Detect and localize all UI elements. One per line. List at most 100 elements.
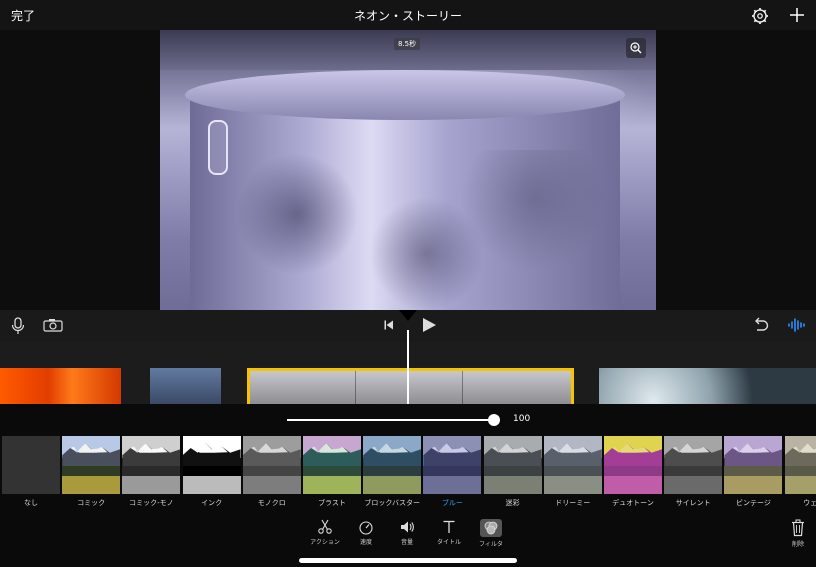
thumbnail-grass (363, 476, 422, 494)
thumbnail-land (604, 466, 662, 476)
volume-tool[interactable]: 音量 (385, 519, 429, 551)
filter-thumbnail (182, 436, 241, 494)
video-tank-handle (208, 120, 228, 175)
filter-thumbnail (543, 436, 602, 494)
text-icon (443, 520, 455, 533)
zoom-button[interactable] (626, 38, 646, 58)
filter-option[interactable]: モノクロ (242, 436, 301, 510)
clip-duration-badge: 8.5秒 (394, 38, 421, 50)
timeline-clip[interactable] (150, 368, 221, 404)
filter-intensity-value: 100 (513, 414, 531, 424)
skip-to-start-icon[interactable] (383, 319, 395, 331)
delete-tool-label: 削除 (791, 541, 804, 548)
filter-intensity-track[interactable] (287, 419, 494, 421)
filter-option[interactable]: ブラスト (303, 436, 361, 510)
thumbnail-land (242, 466, 301, 476)
microphone-icon[interactable] (10, 317, 26, 335)
scissors-icon (318, 519, 332, 534)
home-indicator (299, 558, 517, 563)
speed-tool[interactable]: 速度 (344, 519, 388, 551)
video-tank-rim (185, 70, 625, 120)
action-tool-label: アクション (310, 539, 340, 546)
video-pipe (160, 30, 656, 70)
speaker-icon (401, 521, 414, 533)
filter-thumbnail (483, 436, 542, 494)
timeline-clip[interactable] (599, 368, 816, 404)
filter-thumbnail (724, 436, 783, 494)
filter-tool-label: フィルタ (479, 541, 503, 548)
clip-frame-divider (462, 371, 463, 404)
volume-tool-label: 音量 (400, 539, 413, 546)
clip-frame-divider (355, 371, 356, 404)
camera-icon[interactable] (43, 318, 63, 332)
thumbnail-grass (784, 476, 816, 494)
filter-thumbnail (664, 436, 723, 494)
filter-option[interactable]: ブルー (423, 436, 482, 510)
filter-option[interactable]: サイレント (664, 436, 723, 510)
thumbnail-grass (604, 476, 662, 494)
filter-label: ウェス (803, 499, 816, 507)
thumbnail-grass (664, 476, 723, 494)
video-steam (190, 150, 620, 310)
thumbnail-land (543, 466, 602, 476)
thumbnail-land (784, 466, 816, 476)
audio-waveform-icon[interactable] (787, 317, 807, 333)
filter-circles-icon (484, 521, 498, 535)
gear-icon[interactable] (751, 7, 769, 25)
thumbnail-land (724, 466, 783, 476)
thumbnail-grass (724, 476, 783, 494)
zoom-in-icon (630, 42, 642, 54)
filter-tool[interactable]: フィルタ (469, 519, 513, 551)
thumbnail-grass (62, 476, 121, 494)
thumbnail-land (664, 466, 723, 476)
playhead-marker (399, 310, 417, 321)
delete-tool[interactable]: 削除 (776, 519, 816, 551)
filter-option[interactable]: ブロックバスター (363, 436, 422, 510)
filter-tool-active-bg (480, 519, 502, 537)
filter-option[interactable]: デュオトーン (604, 436, 662, 510)
title-tool[interactable]: タイトル (427, 519, 471, 551)
filter-option[interactable]: 迷彩 (483, 436, 542, 510)
playhead[interactable] (407, 330, 409, 404)
thumbnail-grass (122, 476, 181, 494)
video-preview[interactable] (160, 30, 656, 310)
speedometer-icon (359, 521, 373, 535)
thumbnail-grass (182, 476, 241, 494)
filter-option[interactable]: コミック (62, 436, 121, 510)
filter-thumbnail (604, 436, 662, 494)
thumbnail-grass (483, 476, 542, 494)
filter-thumbnail (62, 436, 121, 494)
title-tool-label: タイトル (436, 539, 461, 546)
selected-timeline-clip[interactable] (247, 368, 574, 404)
filter-option[interactable]: コミック-モノ (122, 436, 181, 510)
thumbnail-grass (423, 476, 482, 494)
filter-intensity-knob[interactable] (488, 414, 500, 426)
filter-thumbnail (303, 436, 361, 494)
project-title: ネオン・ストーリー (353, 9, 462, 23)
add-icon[interactable] (788, 6, 806, 24)
undo-icon[interactable] (751, 317, 769, 333)
play-icon[interactable] (421, 317, 437, 333)
filter-thumbnail (242, 436, 301, 494)
action-tool[interactable]: アクション (303, 519, 347, 551)
filter-option[interactable]: インク (182, 436, 241, 510)
thumbnail-land (62, 466, 121, 476)
speed-tool-label: 速度 (359, 539, 372, 546)
thumbnail-land (122, 466, 181, 476)
filter-thumbnail (363, 436, 422, 494)
filter-thumbnail (122, 436, 181, 494)
thumbnail-grass (543, 476, 602, 494)
thumbnail-land (182, 466, 241, 476)
thumbnail-land (303, 466, 361, 476)
filter-thumbnail (784, 436, 816, 494)
thumbnail-land (363, 466, 422, 476)
filter-option[interactable]: ドリーミー (543, 436, 602, 510)
filter-option[interactable]: ウェス (784, 436, 816, 510)
timeline-clip[interactable] (0, 368, 121, 404)
trash-icon (792, 519, 804, 537)
filter-option[interactable]: ビンテージ (724, 436, 783, 510)
thumbnail-grass (242, 476, 301, 494)
filter-option[interactable]: なし (2, 436, 60, 510)
filter-strip[interactable]: なし コミック コミック-モノ インク モノクロ ブラスト ブロックバスター ブルー 迷彩 ドリー… (0, 434, 816, 512)
filter-thumbnail (2, 436, 60, 494)
